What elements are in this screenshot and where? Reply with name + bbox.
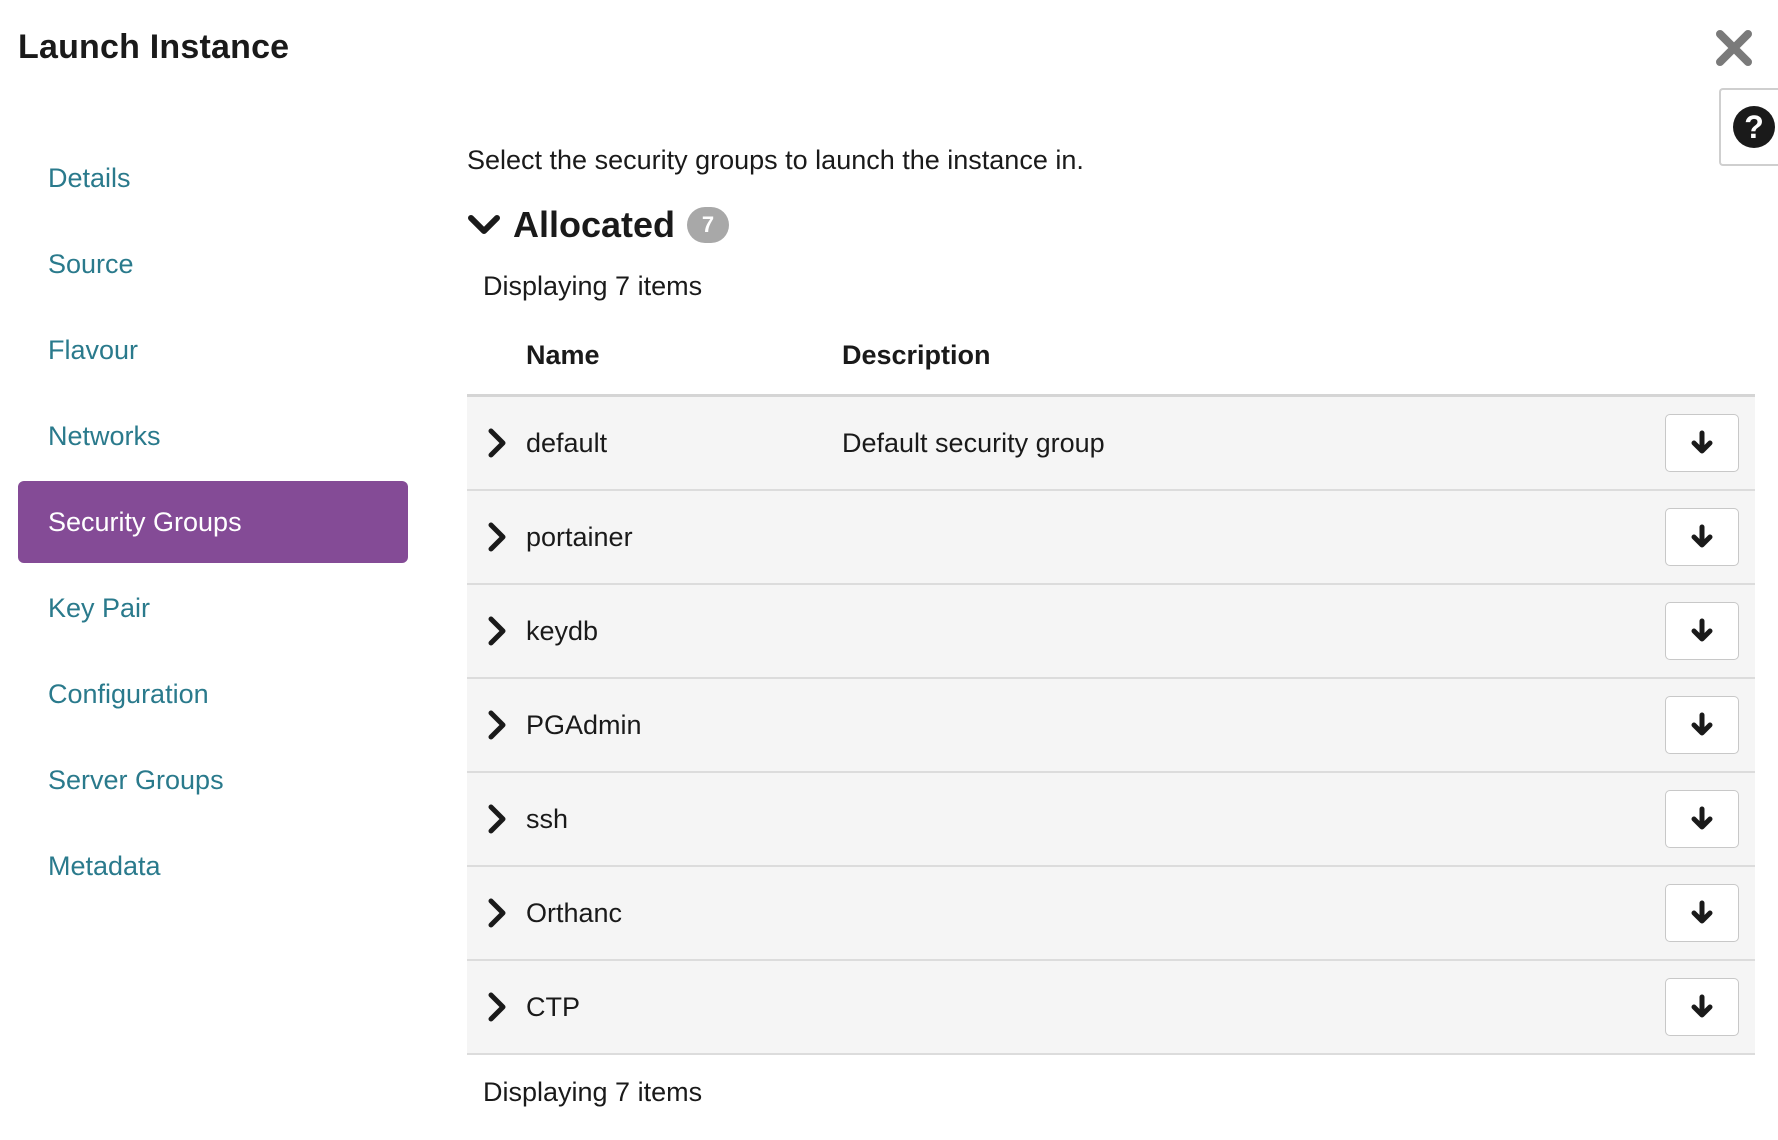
nav-item-metadata[interactable]: Metadata [18, 825, 408, 907]
nav-item-flavour[interactable]: Flavour [18, 309, 408, 391]
table-row: portainer [467, 491, 1755, 585]
deallocate-button[interactable] [1665, 696, 1739, 754]
cell-name: portainer [526, 521, 633, 552]
cell-description: Default security group [842, 427, 1105, 458]
chevron-right-icon [488, 804, 505, 834]
table-row: default Default security group [467, 397, 1755, 491]
step-intro: Select the security groups to launch the… [467, 145, 1084, 175]
close-button[interactable] [1714, 28, 1754, 68]
row-expand-toggle[interactable] [467, 803, 526, 835]
deallocate-button[interactable] [1665, 978, 1739, 1036]
row-expand-toggle[interactable] [467, 709, 526, 741]
deallocate-button[interactable] [1665, 602, 1739, 660]
nav-item-key-pair[interactable]: Key Pair [18, 567, 408, 649]
row-expand-toggle[interactable] [467, 521, 526, 553]
chevron-right-icon [488, 428, 505, 458]
item-count-top: Displaying 7 items [483, 271, 703, 301]
arrow-down-icon [1691, 618, 1713, 642]
table-body: default Default security group portainer ke… [467, 397, 1755, 1055]
cell-name: Orthanc [526, 897, 623, 928]
wizard-nav: Details Source Flavour Networks Security Gro… [18, 137, 408, 911]
deallocate-button[interactable] [1665, 414, 1739, 472]
modal-title: Launch Instance [18, 28, 290, 66]
cell-name: ssh [526, 803, 569, 834]
security-groups-step: Select the security groups to launch the… [467, 138, 1755, 1129]
cell-name: keydb [526, 615, 599, 646]
cell-name: CTP [526, 991, 580, 1022]
row-expand-toggle[interactable] [467, 897, 526, 929]
allocated-count-badge: 7 [687, 207, 730, 243]
arrow-down-icon [1691, 806, 1713, 830]
arrow-down-icon [1691, 712, 1713, 736]
table-row: Orthanc [467, 867, 1755, 961]
chevron-right-icon [488, 710, 505, 740]
row-expand-toggle[interactable] [467, 991, 526, 1023]
arrow-down-icon [1691, 900, 1713, 924]
arrow-down-icon [1691, 524, 1713, 548]
launch-instance-modal: Launch Instance ? Details Source Flavour Ne… [0, 0, 1778, 1140]
nav-item-security-groups[interactable]: Security Groups [18, 481, 408, 563]
chevron-right-icon [488, 522, 505, 552]
table-row: PGAdmin [467, 679, 1755, 773]
table-row: keydb [467, 585, 1755, 679]
arrow-down-icon [1691, 430, 1713, 454]
cell-name: PGAdmin [526, 709, 642, 740]
chevron-right-icon [488, 992, 505, 1022]
nav-item-details[interactable]: Details [18, 137, 408, 219]
item-count-bottom: Displaying 7 items [483, 1077, 703, 1107]
deallocate-button[interactable] [1665, 884, 1739, 942]
table-row: CTP [467, 961, 1755, 1055]
nav-item-configuration[interactable]: Configuration [18, 653, 408, 735]
column-header-name: Name [526, 339, 600, 370]
allocated-section-toggle[interactable]: Allocated 7 [467, 194, 1755, 256]
column-header-description: Description [842, 339, 991, 370]
chevron-right-icon [488, 898, 505, 928]
nav-item-server-groups[interactable]: Server Groups [18, 739, 408, 821]
row-expand-toggle[interactable] [467, 427, 526, 459]
cell-name: default [526, 427, 608, 458]
allocated-title: Allocated [513, 204, 676, 245]
table-row: ssh [467, 773, 1755, 867]
row-expand-toggle[interactable] [467, 615, 526, 647]
allocated-table: Name Description default Default security… [467, 316, 1755, 1055]
nav-item-source[interactable]: Source [18, 223, 408, 305]
nav-item-networks[interactable]: Networks [18, 395, 408, 477]
arrow-down-icon [1691, 994, 1713, 1018]
chevron-right-icon [488, 616, 505, 646]
chevron-down-icon [468, 215, 500, 234]
close-icon [1716, 30, 1752, 66]
table-header: Name Description [467, 316, 1755, 397]
deallocate-button[interactable] [1665, 790, 1739, 848]
deallocate-button[interactable] [1665, 508, 1739, 566]
